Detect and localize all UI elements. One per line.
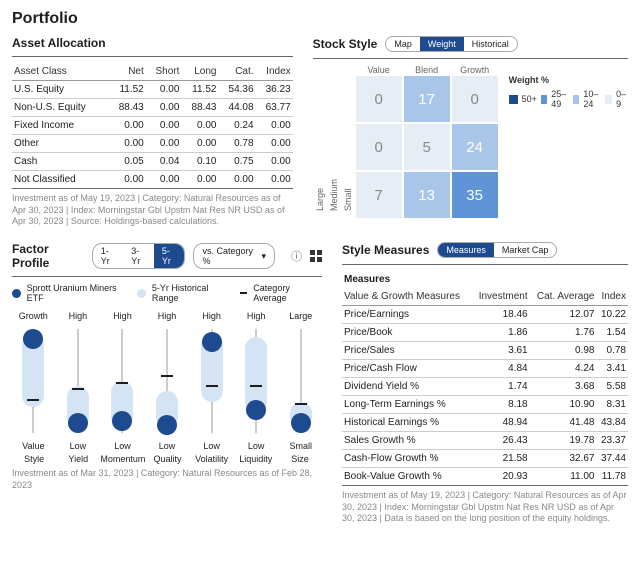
factor-legend: Sprott Uranium Miners ETF 5-Yr Historica… (12, 283, 322, 303)
page-title: Portfolio (12, 10, 628, 28)
factor-col-yield: HighLow (57, 311, 100, 451)
col-header: Cat. Average (530, 288, 597, 306)
style-measures-heading: Style Measures (342, 243, 429, 257)
style-cell: 13 (403, 171, 451, 219)
table-row: Price/Book1.861.761.54 (342, 324, 628, 342)
factor-chart: GrowthValueHighLowHighLowHighLowHighLowH… (12, 311, 322, 451)
measures-table: Value & Growth MeasuresInvestmentCat. Av… (342, 288, 628, 486)
table-row: Non-U.S. Equity88.430.0088.4344.0863.77 (12, 99, 293, 117)
table-row: Not Classified0.000.000.000.000.00 (12, 171, 293, 189)
style-cell: 7 (355, 171, 403, 219)
allocation-table: Asset ClassNetShortLongCat.Index U.S. Eq… (12, 63, 293, 189)
measures-footnote: Investment as of May 19, 2023 | Category… (342, 490, 628, 525)
factor-col-size: LargeSmall (279, 311, 322, 451)
tab-3yr[interactable]: 3-Yr (123, 244, 154, 268)
grid-icon[interactable] (310, 250, 322, 262)
style-cell: 0 (355, 75, 403, 123)
allocation-footnote: Investment as of May 19, 2023 | Category… (12, 193, 293, 228)
factor-col-momentum: HighLow (101, 311, 144, 451)
chevron-down-icon: ▾ (261, 251, 266, 262)
table-row: Dividend Yield %1.743.685.58 (342, 378, 628, 396)
col-header: Short (146, 63, 182, 81)
factor-col-style: GrowthValue (12, 311, 55, 451)
style-cell: 24 (451, 123, 499, 171)
style-box-legend: Weight % 50+25–4910–240–9 (509, 75, 628, 219)
factor-tabs[interactable]: 1-Yr3-Yr5-Yr (92, 243, 186, 269)
measures-tabs[interactable]: MeasuresMarket Cap (437, 242, 557, 258)
col-header: Cat. (218, 63, 255, 81)
table-row: Book-Value Growth %20.9311.0011.78 (342, 468, 628, 486)
factor-compare-dropdown[interactable]: vs. Category %▾ (193, 243, 275, 269)
style-cell: 17 (403, 75, 451, 123)
col-header: Long (181, 63, 218, 81)
stock-style-tabs[interactable]: MapWeightHistorical (385, 36, 517, 52)
col-header: Asset Class (12, 63, 109, 81)
tab-weight[interactable]: Weight (420, 37, 464, 51)
col-header: Investment (472, 288, 529, 306)
factor-col-volatility: HighLow (190, 311, 233, 451)
col-header: Index (256, 63, 293, 81)
table-row: Price/Cash Flow4.844.243.41 (342, 360, 628, 378)
style-box-col-labels: ValueBlendGrowth (355, 65, 499, 75)
table-row: Fixed Income0.000.000.000.240.00 (12, 117, 293, 135)
table-row: Historical Earnings %48.9441.4843.84 (342, 414, 628, 432)
measures-subhead: Measures (342, 271, 628, 288)
factor-col-quality: HighLow (146, 311, 189, 451)
table-row: Price/Earnings18.4612.0710.22 (342, 306, 628, 324)
style-cell: 0 (451, 75, 499, 123)
tab-map[interactable]: Map (386, 37, 420, 51)
factor-col-liquidity: HighLow (235, 311, 278, 451)
table-row: Cash-Flow Growth %21.5832.6737.44 (342, 450, 628, 468)
table-row: Cash0.050.040.100.750.00 (12, 153, 293, 171)
tab-marketcap[interactable]: Market Cap (494, 243, 557, 257)
style-box-grid: 01700524 71335 (355, 75, 499, 219)
asset-allocation-heading: Asset Allocation (12, 36, 293, 50)
table-row: Long-Term Earnings %8.1810.908.31 (342, 396, 628, 414)
tab-measures[interactable]: Measures (438, 243, 494, 257)
tab-historical[interactable]: Historical (464, 37, 517, 51)
table-row: Price/Sales3.610.980.78 (342, 342, 628, 360)
table-row: U.S. Equity11.520.0011.5254.3636.23 (12, 81, 293, 99)
style-cell: 0 (355, 123, 403, 171)
info-icon[interactable]: ⓘ (291, 248, 302, 264)
factor-profile-heading: Factor Profile (12, 242, 84, 270)
style-cell: 35 (451, 171, 499, 219)
col-header: Index (596, 288, 628, 306)
stock-style-heading: Stock Style (313, 37, 378, 51)
table-row: Sales Growth %26.4319.7823.37 (342, 432, 628, 450)
tab-5yr[interactable]: 5-Yr (154, 244, 185, 268)
style-cell: 5 (403, 123, 451, 171)
style-box-row-labels: LargeMediumSmall (313, 65, 355, 219)
col-header: Value & Growth Measures (342, 288, 472, 306)
col-header: Net (109, 63, 146, 81)
tab-1yr[interactable]: 1-Yr (93, 244, 124, 268)
factor-footnote: Investment as of Mar 31, 2023 | Category… (12, 468, 322, 491)
table-row: Other0.000.000.000.780.00 (12, 135, 293, 153)
